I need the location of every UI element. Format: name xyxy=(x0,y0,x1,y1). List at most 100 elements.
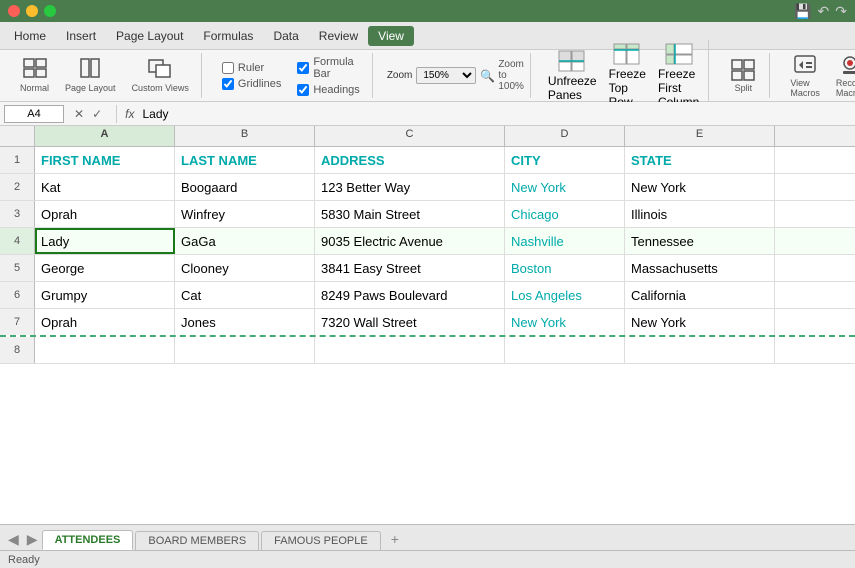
maximize-button[interactable] xyxy=(44,5,56,17)
sheet-tab-board-members[interactable]: BOARD MEMBERS xyxy=(135,531,259,550)
header-state[interactable]: STATE xyxy=(625,147,775,173)
view-macros-button[interactable]: ViewMacros xyxy=(784,51,826,101)
minimize-button[interactable] xyxy=(26,5,38,17)
cell-e3[interactable]: Illinois xyxy=(625,201,775,227)
header-last-name[interactable]: LAST NAME xyxy=(175,147,315,173)
cell-c7[interactable]: 7320 Wall Street xyxy=(315,309,505,335)
cell-e6[interactable]: California xyxy=(625,282,775,308)
tab-nav-right[interactable]: ▶ xyxy=(23,532,42,546)
cell-d7[interactable]: New York xyxy=(505,309,625,335)
page-layout-icon xyxy=(78,58,102,81)
cell-a7[interactable]: Oprah xyxy=(35,309,175,335)
cell-d6[interactable]: Los Angeles xyxy=(505,282,625,308)
row-num-7: 7 xyxy=(0,309,35,335)
cell-a4[interactable]: Lady xyxy=(35,228,175,254)
cell-b8[interactable] xyxy=(175,337,315,363)
cell-a3[interactable]: Oprah xyxy=(35,201,175,227)
cell-e2[interactable]: New York xyxy=(625,174,775,200)
view-group: Normal Page Layout Custo xyxy=(8,53,202,98)
cell-e5[interactable]: Massachusetts xyxy=(625,255,775,281)
row-num-1: 1 xyxy=(0,147,35,173)
menu-insert[interactable]: Insert xyxy=(56,26,106,46)
col-header-e[interactable]: E xyxy=(625,126,775,146)
cell-a2[interactable]: Kat xyxy=(35,174,175,200)
menu-data[interactable]: Data xyxy=(263,26,308,46)
cell-b5[interactable]: Clooney xyxy=(175,255,315,281)
col-header-a[interactable]: A xyxy=(35,126,175,146)
zoom-label: Zoom xyxy=(387,70,413,81)
unfreeze-panes-button[interactable]: UnfreezePanes xyxy=(543,47,602,105)
table-row: 8 xyxy=(0,337,855,364)
sheet-tab-famous-people[interactable]: FAMOUS PEOPLE xyxy=(261,531,381,550)
show-group: Ruler Gridlines Formula Bar Headings xyxy=(210,53,373,98)
cell-d5[interactable]: Boston xyxy=(505,255,625,281)
cell-reference-box[interactable] xyxy=(4,105,64,123)
menu-page-layout[interactable]: Page Layout xyxy=(106,26,193,46)
split-icon xyxy=(731,59,755,81)
gridlines-label: Gridlines xyxy=(238,78,281,90)
headings-label: Headings xyxy=(313,84,359,96)
zoom-group: Zoom 150% 100% 75% 50% 🔍 Zoom to 100% xyxy=(381,53,531,98)
ruler-checkbox[interactable] xyxy=(222,62,234,74)
col-header-c[interactable]: C xyxy=(315,126,505,146)
tab-nav-left[interactable]: ◀ xyxy=(4,532,23,546)
cancel-formula-button[interactable]: ✕ xyxy=(72,107,86,121)
cell-c3[interactable]: 5830 Main Street xyxy=(315,201,505,227)
cell-a8[interactable] xyxy=(35,337,175,363)
cell-a6[interactable]: Grumpy xyxy=(35,282,175,308)
cell-c2[interactable]: 123 Better Way xyxy=(315,174,505,200)
cell-d3[interactable]: Chicago xyxy=(505,201,625,227)
sheet-tab-attendees[interactable]: ATTENDEES xyxy=(42,530,134,550)
menu-home[interactable]: Home xyxy=(4,26,56,46)
cell-b7[interactable]: Jones xyxy=(175,309,315,335)
freeze-group: UnfreezePanes FreezeTop Row xyxy=(539,40,709,112)
cell-a5[interactable]: George xyxy=(35,255,175,281)
custom-views-button[interactable]: Custom Views xyxy=(126,55,195,96)
cell-d2[interactable]: New York xyxy=(505,174,625,200)
record-macro-button[interactable]: RecordMacro xyxy=(830,51,855,101)
cell-b3[interactable]: Winfrey xyxy=(175,201,315,227)
save-icon[interactable]: 💾 xyxy=(794,3,811,20)
zoom-to-100-button[interactable]: 🔍 Zoom to 100% xyxy=(480,59,524,92)
normal-view-button[interactable]: Normal xyxy=(14,55,55,96)
freeze-first-column-button[interactable]: Freeze FirstColumn xyxy=(653,40,704,112)
undo-icon[interactable]: ↶ xyxy=(818,3,830,20)
confirm-formula-button[interactable]: ✓ xyxy=(90,107,104,121)
cell-e4[interactable]: Tennessee xyxy=(625,228,775,254)
formula-bar-checkbox[interactable] xyxy=(297,62,309,74)
col-header-b[interactable]: B xyxy=(175,126,315,146)
ruler-check-item: Ruler xyxy=(222,62,281,74)
cell-e7[interactable]: New York xyxy=(625,309,775,335)
formula-input[interactable] xyxy=(142,107,851,121)
split-button[interactable]: Split xyxy=(723,56,763,96)
cell-c8[interactable] xyxy=(315,337,505,363)
cell-d4[interactable]: Nashville xyxy=(505,228,625,254)
cell-b6[interactable]: Cat xyxy=(175,282,315,308)
menu-formulas[interactable]: Formulas xyxy=(193,26,263,46)
cell-b4[interactable]: GaGa xyxy=(175,228,315,254)
gridlines-checkbox[interactable] xyxy=(222,78,234,90)
header-first-name[interactable]: FIRST NAME xyxy=(35,147,175,173)
cell-d8[interactable] xyxy=(505,337,625,363)
redo-icon[interactable]: ↷ xyxy=(835,3,847,20)
headings-checkbox[interactable] xyxy=(297,84,309,96)
headings-check-item: Headings xyxy=(297,84,359,96)
header-city[interactable]: CITY xyxy=(505,147,625,173)
cell-b2[interactable]: Boogaard xyxy=(175,174,315,200)
page-layout-button[interactable]: Page Layout xyxy=(59,55,122,96)
add-sheet-button[interactable]: + xyxy=(383,528,407,550)
close-button[interactable] xyxy=(8,5,20,17)
row-num-8: 8 xyxy=(0,337,35,363)
col-header-d[interactable]: D xyxy=(505,126,625,146)
freeze-top-row-button[interactable]: FreezeTop Row xyxy=(604,40,651,112)
cell-e8[interactable] xyxy=(625,337,775,363)
cell-c5[interactable]: 3841 Easy Street xyxy=(315,255,505,281)
zoom-select[interactable]: 150% 100% 75% 50% xyxy=(416,67,476,84)
formula-bar-check-item: Formula Bar xyxy=(297,56,359,80)
menu-view[interactable]: View xyxy=(368,26,414,46)
cell-c4[interactable]: 9035 Electric Avenue xyxy=(315,228,505,254)
cell-c6[interactable]: 8249 Paws Boulevard xyxy=(315,282,505,308)
table-row: 2 Kat Boogaard 123 Better Way New York N… xyxy=(0,174,855,201)
header-address[interactable]: ADDRESS xyxy=(315,147,505,173)
menu-review[interactable]: Review xyxy=(309,26,368,46)
